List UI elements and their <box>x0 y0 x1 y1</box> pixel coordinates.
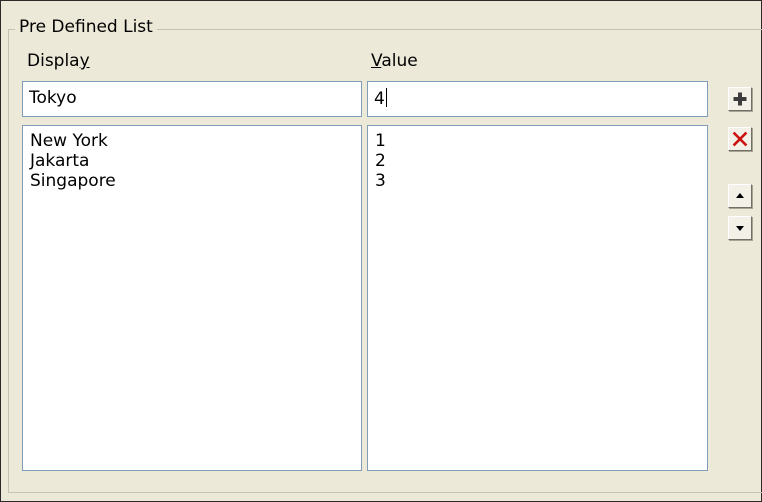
display-listbox[interactable]: New York Jakarta Singapore <box>22 125 362 471</box>
text-caret <box>385 88 387 107</box>
value-list-item[interactable]: 3 <box>375 171 700 191</box>
value-input[interactable]: 4 <box>367 81 708 117</box>
triangle-down-icon <box>736 226 744 231</box>
value-list-item[interactable]: 1 <box>375 131 700 151</box>
display-input[interactable]: Tokyo <box>22 81 362 117</box>
value-column-label: Value <box>371 51 418 71</box>
value-listbox[interactable]: 1 2 3 <box>367 125 708 471</box>
value-label-text: alue <box>381 51 418 71</box>
value-input-text: 4 <box>374 89 385 109</box>
move-down-button[interactable] <box>728 216 752 240</box>
display-list-item[interactable]: Jakarta <box>30 151 354 171</box>
display-list-item[interactable]: Singapore <box>30 171 354 191</box>
groupbox-title: Pre Defined List <box>15 17 157 37</box>
window-frame: Pre Defined List Display Value Tokyo 4 N… <box>0 0 762 502</box>
red-x-icon <box>732 131 748 147</box>
plus-icon <box>733 92 747 106</box>
display-column-label: Display <box>27 51 90 71</box>
display-list-item[interactable]: New York <box>30 131 354 151</box>
value-label-accelerator: V <box>371 51 382 71</box>
value-list-item[interactable]: 2 <box>375 151 700 171</box>
triangle-up-icon <box>736 193 744 198</box>
move-up-button[interactable] <box>728 184 752 208</box>
display-label-accelerator: y <box>79 51 90 71</box>
delete-item-button[interactable] <box>728 127 752 151</box>
display-input-text: Tokyo <box>29 88 77 108</box>
add-item-button[interactable] <box>728 87 752 111</box>
display-label-text: Displa <box>27 51 80 71</box>
